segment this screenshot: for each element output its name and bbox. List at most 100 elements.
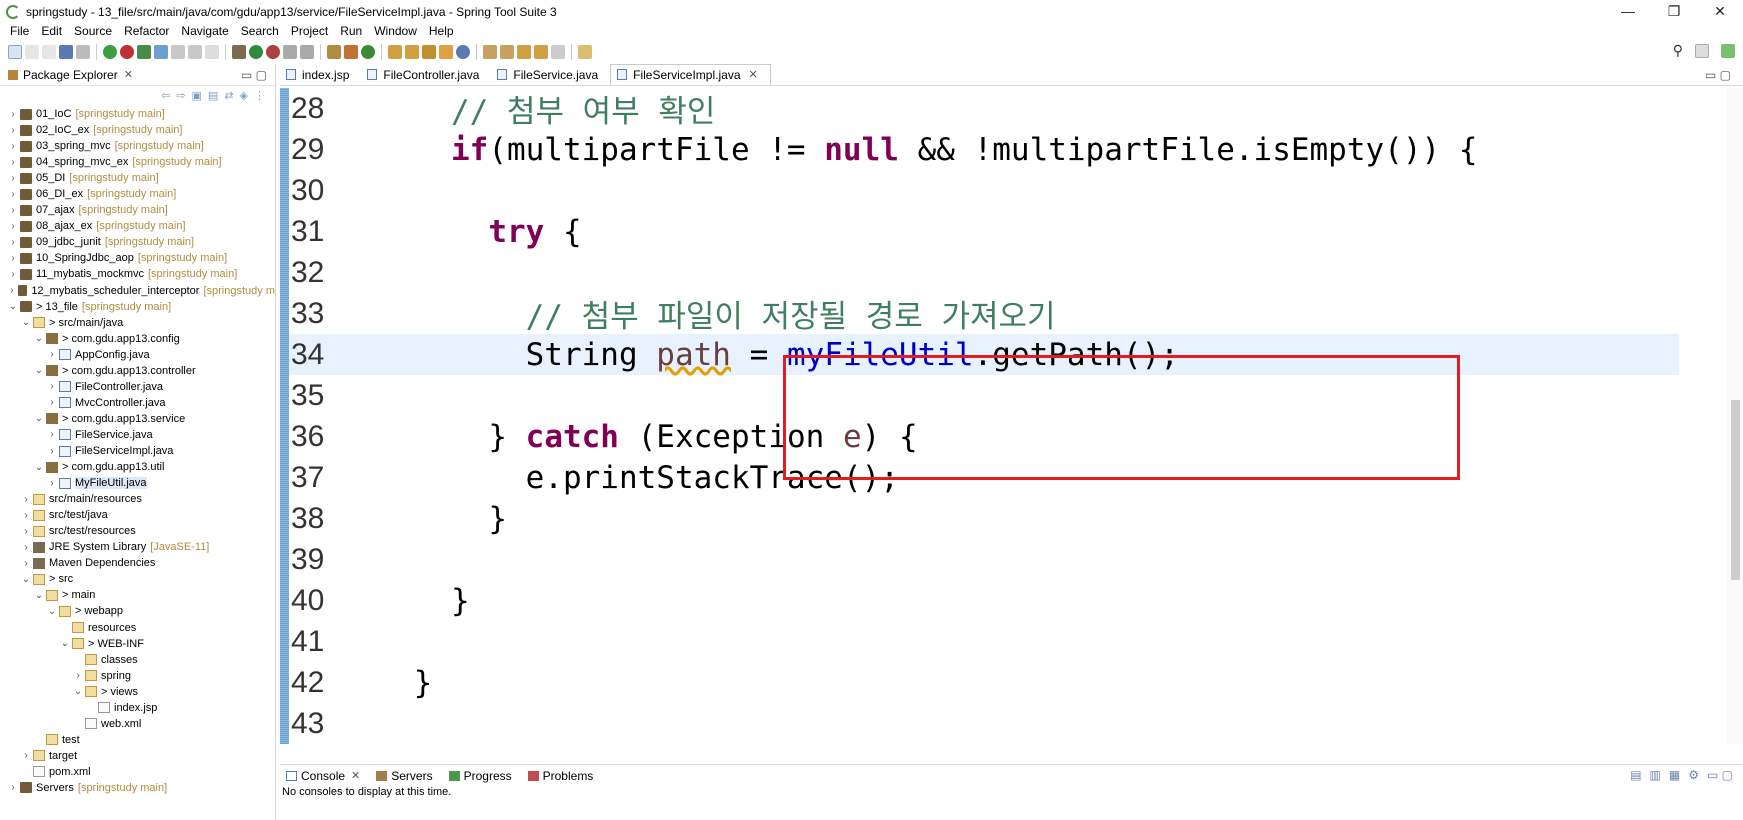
chevron-right-icon[interactable]: › (47, 397, 57, 408)
minimize-maximize-icon[interactable]: ▭ ▢ (1707, 768, 1733, 782)
block-selection-icon[interactable] (188, 45, 202, 59)
tab-console[interactable]: Console ✕ (280, 769, 370, 783)
chevron-down-icon[interactable]: ⌄ (47, 606, 57, 617)
chevron-right-icon[interactable]: › (47, 446, 57, 457)
tree-item[interactable]: › MyFileUtil.java (0, 475, 275, 491)
chevron-down-icon[interactable]: ⌄ (73, 686, 83, 697)
tree-item[interactable]: ⌄ > WEB-INF (0, 636, 275, 652)
menu-refactor[interactable]: Refactor (118, 24, 175, 38)
editor-vertical-scrollbar[interactable] (1727, 88, 1743, 744)
tree-item[interactable]: ⌄ > com.gdu.app13.util (0, 459, 275, 475)
chevron-right-icon[interactable]: › (21, 750, 31, 761)
chevron-right-icon[interactable]: › (8, 285, 16, 296)
menu-file[interactable]: File (4, 24, 35, 38)
next-annotation-icon[interactable] (483, 45, 497, 59)
menu-edit[interactable]: Edit (35, 24, 68, 38)
chevron-right-icon[interactable]: › (47, 478, 57, 489)
chevron-right-icon[interactable]: › (8, 782, 18, 793)
tree-item[interactable]: › target (0, 748, 275, 764)
tree-item[interactable]: ⌄ > src (0, 571, 275, 587)
chevron-down-icon[interactable]: ⌄ (34, 413, 44, 424)
menu-search[interactable]: Search (235, 24, 285, 38)
chevron-right-icon[interactable]: › (73, 670, 83, 681)
chevron-right-icon[interactable]: › (21, 526, 31, 537)
chevron-right-icon[interactable]: › (47, 381, 57, 392)
chevron-right-icon[interactable]: › (8, 189, 18, 200)
open-task-icon[interactable] (405, 45, 419, 59)
open-console-icon[interactable]: ▦ (1669, 768, 1680, 782)
chevron-right-icon[interactable]: › (8, 205, 18, 216)
new-java-project-icon[interactable] (327, 45, 341, 59)
run-icon[interactable] (249, 45, 263, 59)
close-tab-icon[interactable]: ✕ (749, 68, 758, 81)
menu-navigate[interactable]: Navigate (175, 24, 234, 38)
tree-item[interactable]: › 10_SpringJdbc_aop [springstudy main] (0, 250, 275, 266)
word-wrap-icon[interactable] (171, 45, 185, 59)
tree-item[interactable]: › Servers [springstudy main] (0, 780, 275, 796)
tree-item[interactable]: ⌄ > com.gdu.app13.controller (0, 363, 275, 379)
new-class-icon[interactable] (361, 45, 375, 59)
debug-icon[interactable] (137, 45, 151, 59)
tree-item[interactable]: › 01_IoC [springstudy main] (0, 106, 275, 122)
pin-console-icon[interactable]: ▤ (1630, 768, 1641, 782)
display-console-icon[interactable]: ▥ (1650, 768, 1661, 782)
tab-progress[interactable]: Progress (443, 769, 522, 783)
tab-file-service-impl[interactable]: FileServiceImpl.java ✕ (610, 64, 771, 85)
tree-item[interactable]: ⌄ > views (0, 684, 275, 700)
tree-item[interactable]: ⌄ > main (0, 587, 275, 603)
last-edit-icon[interactable] (517, 45, 531, 59)
close-icon[interactable]: ✕ (124, 68, 133, 81)
menu-help[interactable]: Help (423, 24, 460, 38)
mark-occurrences-icon[interactable] (154, 45, 168, 59)
tree-item[interactable]: › 03_spring_mvc [springstudy main] (0, 138, 275, 154)
tree-item[interactable]: › JRE System Library [JavaSE-11] (0, 539, 275, 555)
tab-file-service[interactable]: FileService.java (491, 64, 610, 85)
chevron-down-icon[interactable]: ⌄ (21, 317, 31, 328)
tree-item[interactable]: test (0, 732, 275, 748)
tree-item[interactable]: › FileServiceImpl.java (0, 443, 275, 459)
code-editor[interactable]: 28 // 첨부 여부 확인 29 if(multipartFile != nu… (280, 88, 1727, 744)
coverage-icon[interactable] (283, 45, 297, 59)
close-icon[interactable]: ✕ (351, 769, 360, 782)
tree-item[interactable]: ⌄ > webapp (0, 603, 275, 619)
save-icon[interactable] (25, 45, 39, 59)
tree-item[interactable]: index.jsp (0, 700, 275, 716)
tree-item[interactable]: › src/test/java (0, 507, 275, 523)
menu-run[interactable]: Run (334, 24, 368, 38)
chevron-down-icon[interactable]: ⌄ (34, 365, 44, 376)
tree-item[interactable]: › Maven Dependencies (0, 555, 275, 571)
menu-project[interactable]: Project (285, 24, 334, 38)
menu-source[interactable]: Source (68, 24, 118, 38)
tree-item[interactable]: › spring (0, 668, 275, 684)
tree-item[interactable]: › 09_jdbc_junit [springstudy main] (0, 234, 275, 250)
tree-item[interactable]: › 04_spring_mvc_ex [springstudy main] (0, 154, 275, 170)
chevron-down-icon[interactable]: ⌄ (34, 590, 44, 601)
tree-item[interactable]: › FileService.java (0, 427, 275, 443)
chevron-right-icon[interactable]: › (8, 109, 18, 120)
tree-item[interactable]: › 08_ajax_ex [springstudy main] (0, 218, 275, 234)
editor-minimize-maximize-icon[interactable]: ▭ ▢ (1705, 68, 1731, 82)
tree-item[interactable]: › FileController.java (0, 379, 275, 395)
minimize-maximize-icon[interactable]: ▭ ▢ (241, 68, 267, 82)
new-icon[interactable] (8, 45, 22, 59)
show-whitespace-icon[interactable] (205, 45, 219, 59)
chevron-right-icon[interactable]: › (8, 141, 18, 152)
minimize-button[interactable]: — (1605, 0, 1651, 24)
spring-boot-icon[interactable] (103, 45, 117, 59)
external-tools-icon[interactable] (266, 45, 280, 59)
tab-index-jsp[interactable]: index.jsp (280, 64, 361, 85)
forward-icon[interactable] (551, 45, 565, 59)
tree-item[interactable]: ⌄ > com.gdu.app13.service (0, 411, 275, 427)
chevron-down-icon[interactable]: ⌄ (34, 333, 44, 344)
tab-problems[interactable]: Problems (522, 769, 604, 783)
back-arrow-icon[interactable]: ⇦ (161, 89, 170, 102)
search-icon[interactable] (422, 45, 436, 59)
tree-item[interactable]: › 06_DI_ex [springstudy main] (0, 186, 275, 202)
link-with-editor-icon[interactable]: ⇄ (224, 89, 233, 102)
collapse-all-icon[interactable]: ▤ (208, 89, 218, 102)
chevron-right-icon[interactable]: › (8, 237, 18, 248)
chevron-down-icon[interactable]: ⌄ (8, 301, 18, 312)
chevron-right-icon[interactable]: › (8, 173, 18, 184)
spring-perspective-icon[interactable] (1721, 43, 1735, 58)
new-package-icon[interactable] (344, 45, 358, 59)
